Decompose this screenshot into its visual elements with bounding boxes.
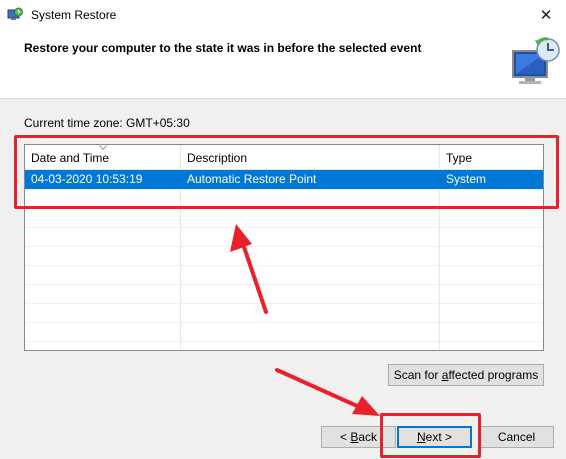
scan-affected-programs-button[interactable]: Scan for affected programs [388, 364, 544, 386]
row-divider [25, 303, 543, 304]
arrow-next-icon [275, 368, 380, 416]
row-divider [25, 341, 543, 342]
system-restore-icon [512, 37, 560, 84]
row-divider [25, 284, 543, 285]
title-bar: System Restore ✕ [0, 0, 566, 32]
highlight-box-list [14, 135, 559, 209]
row-divider [25, 265, 543, 266]
highlight-box-next [380, 413, 481, 458]
row-divider [25, 322, 543, 323]
row-divider [25, 246, 543, 247]
page-heading: Restore your computer to the state it wa… [24, 41, 422, 55]
system-restore-small-icon [7, 7, 23, 20]
row-divider [25, 227, 543, 228]
timezone-label: Current time zone: GMT+05:30 [24, 116, 190, 130]
cancel-button[interactable]: Cancel [479, 426, 554, 448]
close-button[interactable]: ✕ [526, 0, 566, 31]
window-title: System Restore [31, 8, 117, 22]
close-icon: ✕ [539, 7, 553, 24]
